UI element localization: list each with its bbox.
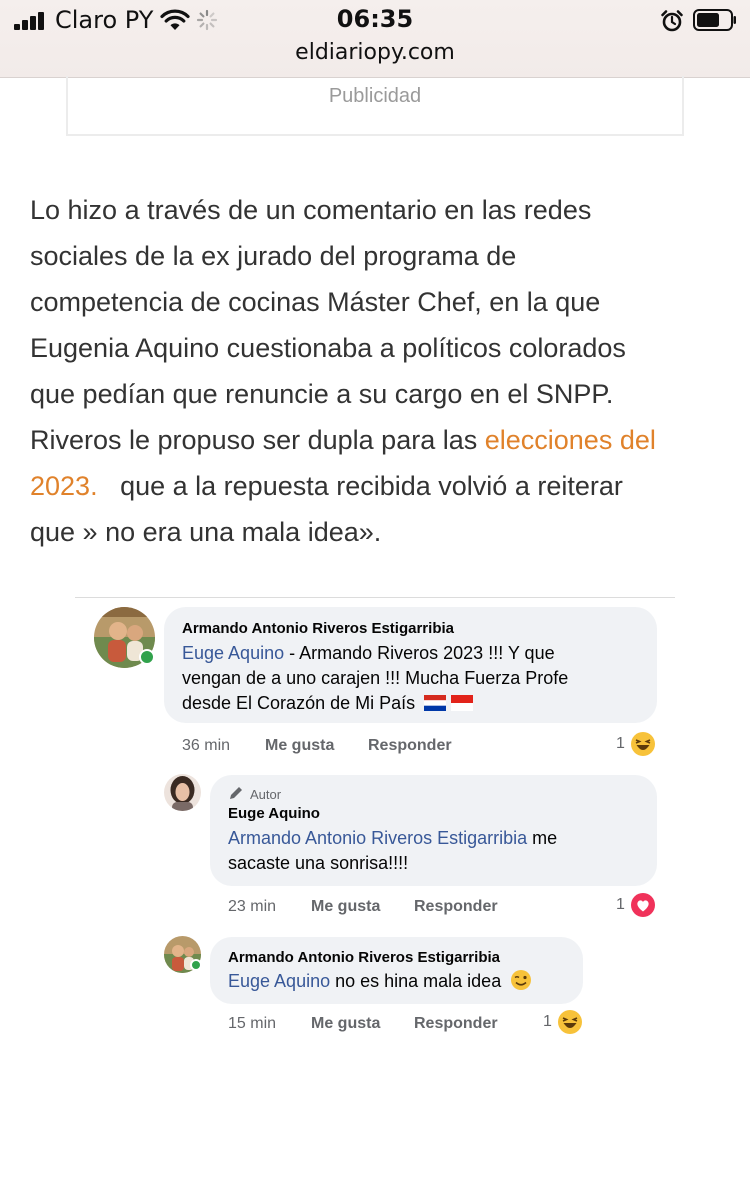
alarm-clock-icon bbox=[661, 10, 683, 32]
comment-mention[interactable]: Euge Aquino bbox=[182, 643, 284, 663]
reaction-count[interactable]: 1 bbox=[616, 896, 625, 914]
article-paragraph: Lo hizo a través de un comentario en las… bbox=[30, 187, 720, 555]
comment-text-part: sacaste una sonrisa!!!! bbox=[228, 853, 409, 873]
facebook-comments-embed: Armando Antonio Riveros Estigarribia Eug… bbox=[75, 597, 675, 1047]
author-badge: Autor bbox=[250, 787, 282, 802]
article-line: Eugenia Aquino cuestionaba a políticos c… bbox=[30, 333, 626, 363]
online-status-dot bbox=[190, 959, 202, 971]
comment-mention[interactable]: Euge Aquino bbox=[228, 971, 330, 991]
article-line: sociales de la ex jurado del programa de bbox=[30, 241, 517, 271]
avatar[interactable] bbox=[164, 774, 201, 811]
like-button[interactable]: Me gusta bbox=[311, 1015, 380, 1033]
comment-text: Armando Antonio Riveros Estigarribia me … bbox=[228, 826, 648, 876]
wink-emoji-icon bbox=[511, 970, 532, 990]
address-bar-url[interactable]: eldiariopy.com bbox=[0, 40, 750, 65]
comment-bubble: Armando Antonio Riveros Estigarribia Eug… bbox=[164, 607, 657, 723]
advertisement-label: Publicidad bbox=[328, 85, 422, 107]
online-status-dot bbox=[139, 649, 155, 665]
reply-button[interactable]: Responder bbox=[414, 1015, 498, 1033]
advertisement-box[interactable]: Publicidad bbox=[66, 76, 684, 136]
comment-text-part: vengan de a uno carajen !!! Mucha Fuerza… bbox=[182, 668, 569, 688]
comment-text-part: desde El Corazón de Mi País bbox=[182, 693, 416, 713]
status-time: 06:35 bbox=[336, 5, 414, 33]
comment-timestamp[interactable]: 36 min bbox=[182, 737, 230, 755]
comment-text-part: no es hina mala idea bbox=[330, 971, 502, 991]
reply-button[interactable]: Responder bbox=[368, 737, 452, 755]
comment-timestamp[interactable]: 23 min bbox=[228, 898, 276, 916]
comment-text-part: me bbox=[527, 828, 558, 848]
comment-bubble: Armando Antonio Riveros Estigarribia Eug… bbox=[210, 937, 583, 1004]
comment-timestamp[interactable]: 15 min bbox=[228, 1015, 276, 1033]
like-button[interactable]: Me gusta bbox=[311, 898, 380, 916]
author-pencil-icon bbox=[230, 787, 242, 799]
article-line: Lo hizo a través de un comentario en las… bbox=[30, 195, 592, 225]
comment-author[interactable]: Armando Antonio Riveros Estigarribia bbox=[182, 620, 454, 637]
elections-link-year[interactable]: 2023. bbox=[30, 471, 98, 501]
comment-bubble: Autor Euge Aquino Armando Antonio Rivero… bbox=[210, 775, 657, 886]
browser-top-bar: Claro PY 06:35 eldiariopy.com bbox=[0, 0, 750, 78]
article-line: que » no era una mala idea». bbox=[30, 517, 382, 547]
comment-text-part: - Armando Riveros 2023 !!! Y que bbox=[284, 643, 555, 663]
reaction-count[interactable]: 1 bbox=[616, 735, 625, 753]
comment-text: Euge Aquino no es hina mala idea bbox=[228, 969, 578, 994]
article-line: 2023. que a la repuesta recibida volvió … bbox=[30, 463, 720, 509]
embed-divider bbox=[75, 597, 675, 598]
article-line: que pedían que renuncie a su cargo en el… bbox=[30, 379, 614, 409]
red-white-flag-icon bbox=[451, 695, 474, 711]
article-line-text: que a la repuesta recibida volvió a reit… bbox=[97, 471, 623, 501]
battery-icon bbox=[693, 9, 736, 31]
comment-author[interactable]: Euge Aquino bbox=[228, 805, 320, 822]
article-line: competencia de cocinas Máster Chef, en l… bbox=[30, 287, 601, 317]
reaction-count[interactable]: 1 bbox=[543, 1013, 552, 1031]
comment-mention[interactable]: Armando Antonio Riveros Estigarribia bbox=[228, 828, 527, 848]
haha-reaction-icon[interactable] bbox=[557, 1009, 583, 1035]
article-line: Riveros le propuso ser dupla para las el… bbox=[30, 417, 720, 463]
haha-reaction-icon[interactable] bbox=[630, 731, 656, 757]
comment-author[interactable]: Armando Antonio Riveros Estigarribia bbox=[228, 949, 500, 966]
elections-link[interactable]: elecciones del bbox=[485, 425, 656, 455]
love-reaction-icon[interactable] bbox=[630, 892, 656, 918]
status-bar: Claro PY 06:35 bbox=[0, 0, 750, 40]
comment-text: Euge Aquino - Armando Riveros 2023 !!! Y… bbox=[182, 641, 647, 716]
like-button[interactable]: Me gusta bbox=[265, 737, 334, 755]
reply-button[interactable]: Responder bbox=[414, 898, 498, 916]
paraguay-flag-icon bbox=[424, 695, 447, 711]
article-line-text: Riveros le propuso ser dupla para las bbox=[30, 425, 485, 455]
